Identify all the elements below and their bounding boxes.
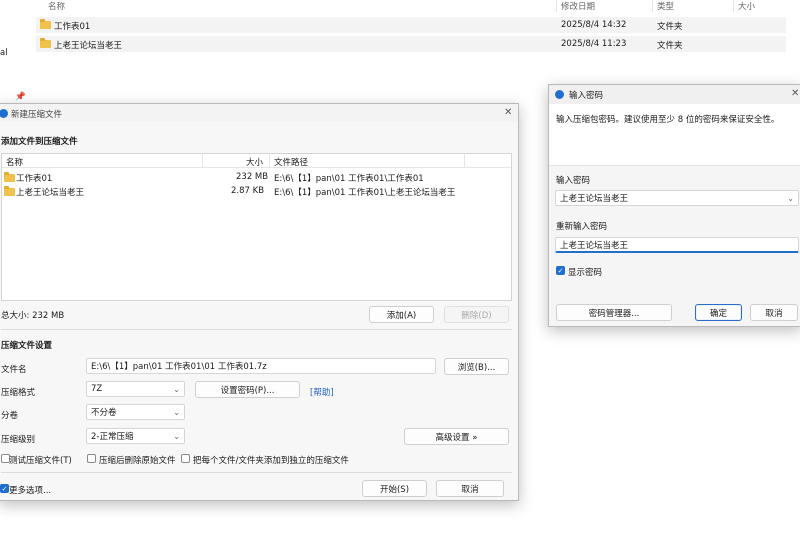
separate-archives-label[interactable]: 把每个文件/文件夹添加到独立的压缩文件	[193, 454, 349, 466]
folder-icon	[40, 38, 51, 48]
show-password-label[interactable]: 显示密码	[568, 266, 602, 278]
column-divider	[202, 154, 203, 168]
list-item[interactable]: 工作表01 2025/8/4 14:32 文件夹	[36, 17, 786, 33]
level-value: 2-正常压缩	[91, 432, 134, 442]
split-label: 分卷	[1, 411, 19, 421]
separate-archives-checkbox[interactable]	[181, 454, 190, 463]
advanced-settings-button[interactable]: 高级设置 »	[404, 428, 509, 445]
password-input[interactable]: 上老王论坛当老王 ⌄	[555, 190, 799, 206]
column-divider	[652, 0, 653, 12]
password-form-area: 输入密码 上老王论坛当老王 ⌄ 重新输入密码 上老王论坛当老王 ✓ 显示密码 密…	[549, 166, 800, 326]
format-label: 压缩格式	[1, 388, 36, 398]
add-files-heading: 添加文件到压缩文件	[1, 137, 78, 147]
row-name: 工作表01	[54, 22, 91, 32]
split-select[interactable]: 不分卷 ⌄	[86, 404, 185, 420]
total-size: 总大小: 232 MB	[1, 311, 65, 321]
column-type[interactable]: 类型	[657, 0, 674, 12]
header-size[interactable]: 大小	[246, 156, 263, 168]
archive-titlebar[interactable]: 新建压缩文件 ✕	[0, 104, 518, 122]
password-dialog: 输入密码 ✕ 输入压缩包密码。建议使用至少 8 位的密码来保证安全性。 输入密码…	[548, 84, 800, 327]
confirm-password-label: 重新输入密码	[556, 222, 608, 232]
level-select[interactable]: 2-正常压缩 ⌄	[86, 428, 185, 444]
password-label: 输入密码	[556, 176, 591, 186]
cancel-button[interactable]: 取消	[750, 304, 798, 321]
file-path: E:\6\【1】pan\01 工作表01\上老王论坛当老王	[274, 188, 456, 198]
format-value: 7Z	[91, 384, 103, 394]
column-divider	[733, 0, 734, 12]
split-value: 不分卷	[91, 408, 117, 418]
filename-field[interactable]: E:\6\【1】pan\01 工作表01\01 工作表01.7z	[86, 358, 436, 374]
row-type: 文件夹	[657, 41, 683, 51]
column-modified[interactable]: 修改日期	[561, 0, 595, 12]
file-size: 2.87 KB	[231, 186, 265, 196]
file-list-header: 名称 大小 文件路径	[2, 154, 511, 168]
row-type: 文件夹	[657, 22, 683, 32]
add-button[interactable]: 添加(A)	[369, 306, 434, 323]
table-row[interactable]: 上老王论坛当老王 2.87 KB E:\6\【1】pan\01 工作表01\上老…	[2, 185, 511, 198]
file-path: E:\6\【1】pan\01 工作表01\工作表01	[274, 174, 424, 184]
password-description: 输入压缩包密码。建议使用至少 8 位的密码来保证安全性。	[556, 115, 780, 125]
pin-icon: 📌	[15, 92, 26, 102]
format-select[interactable]: 7Z ⌄	[86, 381, 185, 397]
folder-icon	[4, 172, 15, 182]
app-icon	[0, 109, 8, 118]
browse-button[interactable]: 浏览(B)...	[444, 358, 509, 375]
nav-pane-fragment: al	[0, 48, 8, 58]
test-archive-label[interactable]: 测试压缩文件(T)	[9, 454, 72, 466]
close-icon[interactable]: ✕	[504, 107, 512, 118]
row-modified: 2025/8/4 11:23	[561, 39, 627, 49]
password-value: 上老王论坛当老王	[560, 194, 629, 204]
show-password-checkbox[interactable]: ✓	[556, 266, 565, 275]
confirm-password-input[interactable]: 上老王论坛当老王	[555, 237, 799, 253]
chevron-down-icon: ⌄	[787, 194, 794, 203]
filename-label: 文件名	[1, 365, 27, 375]
dialog-title: 新建压缩文件	[11, 110, 63, 120]
more-options-checkbox[interactable]: ✓	[0, 484, 9, 493]
folder-icon	[4, 186, 15, 196]
folder-icon	[40, 19, 51, 29]
column-name[interactable]: 名称	[48, 0, 65, 12]
file-name: 上老王论坛当老王	[16, 188, 85, 198]
list-item[interactable]: 上老王论坛当老王 2025/8/4 11:23 文件夹	[36, 36, 786, 52]
row-modified: 2025/8/4 14:32	[561, 20, 627, 30]
password-manager-button[interactable]: 密码管理器...	[556, 304, 672, 321]
settings-heading: 压缩文件设置	[1, 341, 53, 351]
set-password-button[interactable]: 设置密码(P)...	[195, 381, 300, 398]
ok-button[interactable]: 确定	[695, 304, 742, 321]
file-name: 工作表01	[16, 174, 53, 184]
file-size: 232 MB	[236, 172, 269, 182]
header-name[interactable]: 名称	[6, 156, 23, 168]
column-divider	[464, 154, 465, 168]
delete-button[interactable]: 删除(D)	[444, 306, 509, 323]
close-icon[interactable]: ✕	[791, 88, 799, 99]
explorer-column-header: 名称 修改日期 类型 大小	[0, 0, 800, 12]
file-list[interactable]: 名称 大小 文件路径 工作表01 232 MB E:\6\【1】pan\01 工…	[1, 153, 512, 301]
delete-after-checkbox[interactable]	[87, 454, 96, 463]
confirm-password-value: 上老王论坛当老王	[560, 240, 629, 251]
divider	[1, 329, 512, 330]
column-size[interactable]: 大小	[738, 0, 755, 12]
password-titlebar[interactable]: 输入密码 ✕	[549, 85, 800, 104]
start-button[interactable]: 开始(S)	[362, 480, 427, 497]
header-path[interactable]: 文件路径	[274, 156, 308, 168]
level-label: 压缩级别	[1, 435, 36, 445]
chevron-down-icon: ⌄	[173, 432, 180, 441]
divider	[1, 472, 512, 473]
delete-after-label[interactable]: 压缩后删除原始文件	[99, 454, 176, 466]
chevron-down-icon: ⌄	[173, 385, 180, 394]
chevron-down-icon: ⌄	[173, 408, 180, 417]
app-icon	[555, 90, 564, 99]
more-options-label[interactable]: 更多选项...	[9, 484, 51, 496]
column-divider	[269, 154, 270, 168]
help-link[interactable]: [帮助]	[310, 386, 334, 398]
dialog-title: 输入密码	[569, 91, 604, 101]
column-divider	[556, 0, 557, 12]
cancel-button[interactable]: 取消	[436, 480, 504, 497]
row-name: 上老王论坛当老王	[54, 41, 123, 51]
table-row[interactable]: 工作表01 232 MB E:\6\【1】pan\01 工作表01\工作表01	[2, 171, 511, 184]
new-archive-dialog: 新建压缩文件 ✕ 添加文件到压缩文件 名称 大小 文件路径 工作表01 232 …	[0, 103, 519, 501]
